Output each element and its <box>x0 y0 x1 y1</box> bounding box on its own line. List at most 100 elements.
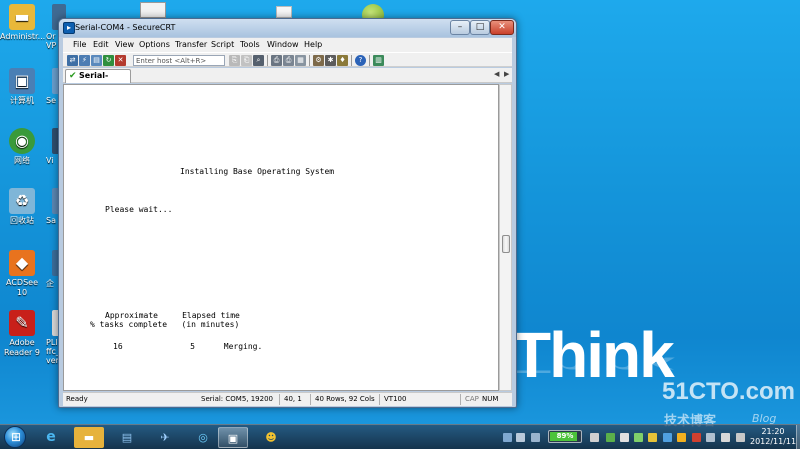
print-selection-icon[interactable]: ⎙ <box>283 55 294 66</box>
wallpaper-brand-reflection: Think <box>512 352 673 378</box>
clock[interactable]: 21:20 2012/11/11 <box>750 427 796 447</box>
menu-file[interactable]: File <box>73 40 86 49</box>
session-options-icon[interactable]: ⚙ <box>313 55 324 66</box>
disconnect-icon[interactable]: ✕ <box>115 55 126 66</box>
keymap-icon[interactable]: ♦ <box>337 55 348 66</box>
toolbar: ⇄ ⚡ ▤ ↻ ✕ ⎘ ⎗ ⌕ ⎙ ⎙ ▦ ⚙ ✱ ♦ ? ▥ <box>63 52 512 67</box>
connected-check-icon: ✔ <box>69 71 77 81</box>
terminal-screen[interactable]: Installing Base Operating System Please … <box>63 84 499 391</box>
connect-icon[interactable]: ⇄ <box>67 55 78 66</box>
status-serial: Serial: COM5, 19200 <box>201 395 273 403</box>
copy-icon[interactable]: ⎘ <box>229 55 240 66</box>
desktop-icon-label: Administr... <box>0 32 46 41</box>
tray-icon[interactable] <box>677 433 686 442</box>
tray-icon[interactable] <box>516 433 525 442</box>
close-button[interactable]: ✕ <box>490 20 514 35</box>
tray-icon[interactable] <box>590 433 599 442</box>
minimize-button[interactable]: – <box>450 20 470 35</box>
volume-tray-icon[interactable] <box>736 433 745 442</box>
taskbar-explorer[interactable]: ▬ <box>74 427 104 448</box>
taskbar-securecrt[interactable]: ▣ <box>218 427 248 448</box>
desktop-icon-computer[interactable]: ▣ 计算机 <box>0 68 44 106</box>
print-screen-icon[interactable]: ▦ <box>295 55 306 66</box>
network-tray-icon[interactable] <box>721 433 730 442</box>
menu-transfer[interactable]: Transfer <box>175 40 207 49</box>
menu-window[interactable]: Window <box>267 40 299 49</box>
acdsee-icon: ◆ <box>9 250 35 276</box>
window-title: Serial-COM4 - SecureCRT <box>75 23 176 32</box>
tray-icon[interactable] <box>503 433 512 442</box>
menu-view[interactable]: View <box>115 40 134 49</box>
print-icon[interactable]: ⎙ <box>271 55 282 66</box>
terminal-line: 16 5 Merging. <box>113 342 263 351</box>
securecrt-window: ▸ Serial-COM4 - SecureCRT – □ ✕ File Edi… <box>58 18 517 408</box>
title-bar[interactable]: ▸ Serial-COM4 - SecureCRT – □ ✕ <box>59 19 516 37</box>
connect-tab-icon[interactable]: ▤ <box>91 55 102 66</box>
tray-icon[interactable] <box>706 433 715 442</box>
tray-icon[interactable] <box>606 433 615 442</box>
menu-bar: File Edit View Options Transfer Script T… <box>63 38 512 52</box>
terminal-scrollbar[interactable] <box>499 84 512 391</box>
taskbar-app-blue[interactable]: ▤ <box>112 427 142 448</box>
status-num-lock: NUM <box>482 395 499 403</box>
desktop-icon-administrator[interactable]: ▬ Administr... <box>0 4 46 42</box>
desktop-icon-acdsee[interactable]: ◆ ACDSee 10 <box>0 250 44 298</box>
battery-indicator[interactable]: 89% <box>548 430 582 443</box>
status-bar: Ready Serial: COM5, 19200 40, 1 40 Rows,… <box>63 392 512 406</box>
reconnect-icon[interactable]: ↻ <box>103 55 114 66</box>
adobe-reader-icon: ✎ <box>9 310 35 336</box>
watermark-main: 51CTO.com <box>662 378 795 405</box>
tray-icon[interactable] <box>531 433 540 442</box>
status-terminal-size: 40 Rows, 92 Cols <box>315 395 375 403</box>
tray-icon[interactable] <box>634 433 643 442</box>
tray-icon[interactable] <box>692 433 701 442</box>
tray-icon[interactable] <box>648 433 657 442</box>
desktop-icon-adobe-reader[interactable]: ✎ Adobe Reader 9 <box>0 310 44 358</box>
taskbar-internet-explorer[interactable]: e <box>36 427 66 448</box>
toolbar-separator <box>267 55 268 66</box>
menu-edit[interactable]: Edit <box>93 40 109 49</box>
help-icon[interactable]: ? <box>355 55 366 66</box>
desktop-icon-recycle-bin[interactable]: ♻ 回收站 <box>0 188 44 226</box>
desktop-icon-label: 网络 <box>14 156 30 165</box>
status-divider <box>460 394 461 405</box>
tab-serial-com4[interactable]: ✔ Serial-COM4 <box>65 69 131 92</box>
start-button[interactable]: ⊞ <box>4 426 26 448</box>
tab-scroll-left-icon[interactable]: ◀ <box>494 70 499 78</box>
scrollbar-thumb[interactable] <box>502 235 510 253</box>
network-icon: ◉ <box>9 128 35 154</box>
tray-icon[interactable] <box>663 433 672 442</box>
terminal-line: Please wait... <box>105 205 173 214</box>
maximize-button[interactable]: □ <box>470 20 490 35</box>
sftp-icon[interactable]: ▥ <box>373 55 384 66</box>
menu-help[interactable]: Help <box>304 40 322 49</box>
status-caps-lock: CAP <box>465 395 479 403</box>
taskbar: ⊞ e ▬ ▤ ✈ ◎ ▣ ☻ 89% 21:20 2012/11/11 <box>0 424 800 449</box>
status-divider <box>379 394 380 405</box>
status-divider <box>279 394 280 405</box>
desktop-icon-network[interactable]: ◉ 网络 <box>0 128 44 166</box>
menu-script[interactable]: Script <box>211 40 234 49</box>
menu-options[interactable]: Options <box>139 40 170 49</box>
desktop-icon-document[interactable] <box>140 2 166 18</box>
battery-percent: 89% <box>556 432 574 440</box>
computer-icon: ▣ <box>9 68 35 94</box>
paste-icon[interactable]: ⎗ <box>241 55 252 66</box>
find-icon[interactable]: ⌕ <box>253 55 264 66</box>
tray-icon[interactable] <box>620 433 629 442</box>
quick-connect-icon[interactable]: ⚡ <box>79 55 90 66</box>
menu-tools[interactable]: Tools <box>240 40 260 49</box>
tab-scroll-right-icon[interactable]: ▶ <box>504 70 509 78</box>
clock-date: 2012/11/11 <box>750 437 797 446</box>
securecrt-app-icon[interactable]: ▸ <box>63 22 75 34</box>
taskbar-app-plane[interactable]: ✈ <box>150 427 180 448</box>
status-cursor-position: 40, 1 <box>284 395 302 403</box>
toolbar-separator <box>351 55 352 66</box>
taskbar-app-disc[interactable]: ◎ <box>188 427 218 448</box>
global-options-icon[interactable]: ✱ <box>325 55 336 66</box>
show-desktop-button[interactable] <box>796 425 800 449</box>
taskbar-qq[interactable]: ☻ <box>256 427 286 448</box>
windows-logo-icon: ⊞ <box>11 430 22 444</box>
host-input[interactable] <box>133 55 225 66</box>
desktop-icon-file[interactable] <box>276 6 292 18</box>
